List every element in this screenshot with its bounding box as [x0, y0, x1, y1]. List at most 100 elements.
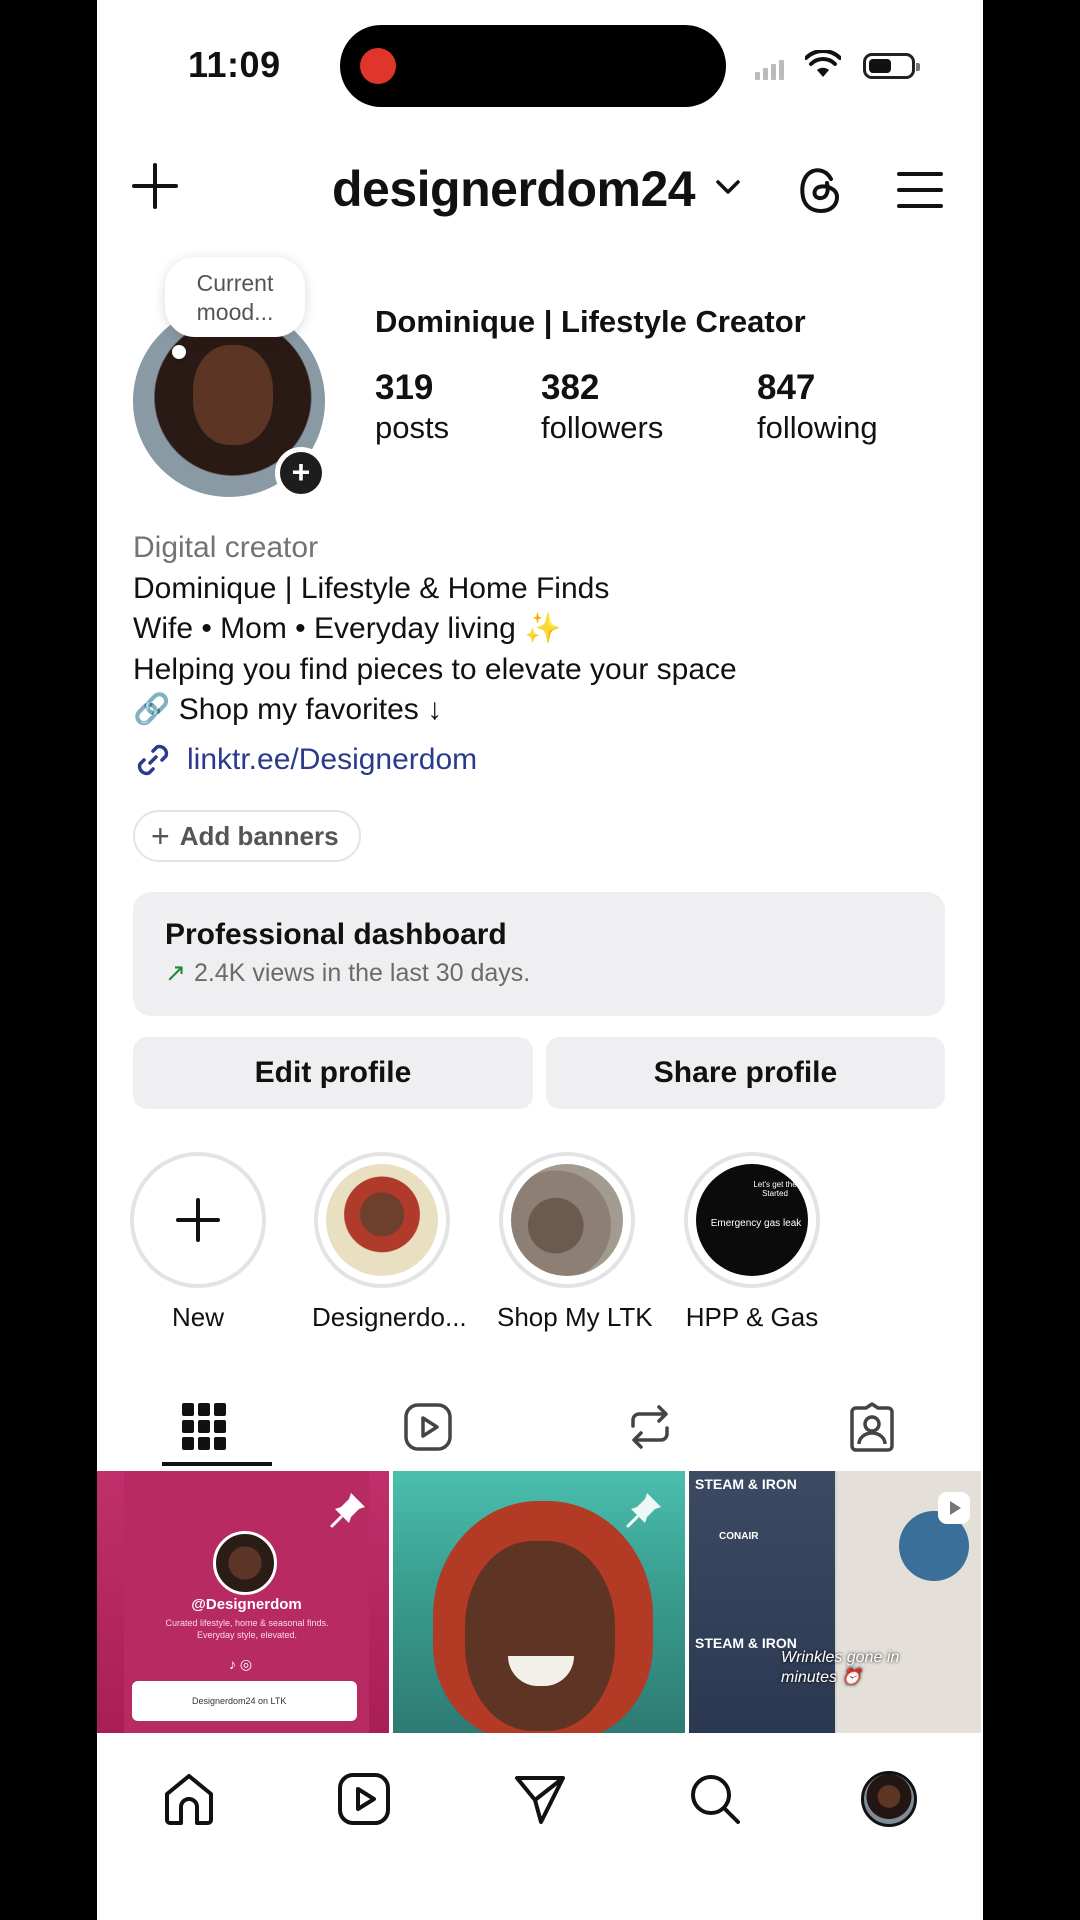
- stat-followers[interactable]: 382 followers: [541, 368, 663, 446]
- highlight-cover: [326, 1164, 438, 1276]
- profile-tabs: [97, 1385, 983, 1469]
- post-handle: @Designerdom: [191, 1596, 302, 1613]
- add-banners-label: Add banners: [179, 820, 339, 851]
- battery-icon: [863, 53, 920, 79]
- tab-grid[interactable]: [154, 1385, 254, 1469]
- status-time: 11:09: [188, 44, 281, 85]
- highlight-cover-text: Emergency gas leak: [710, 1218, 802, 1229]
- cellular-signal-icon: [755, 60, 787, 80]
- highlight-ring: [314, 1152, 450, 1288]
- bio-link-text[interactable]: linktr.ee/Designerdom: [187, 743, 477, 777]
- dashboard-subtitle: ↗ 2.4K views in the last 30 days.: [165, 958, 913, 988]
- social-icons: ♪ ◎: [229, 1656, 253, 1672]
- highlight-label: Designerdo...: [312, 1302, 467, 1332]
- profile-screen: 11:09 designerdom24 Current mood... + Do…: [97, 0, 983, 1920]
- edit-profile-button[interactable]: Edit profile: [133, 1037, 533, 1109]
- add-banners-button[interactable]: + Add banners: [133, 810, 361, 862]
- nav-reels[interactable]: [334, 1769, 394, 1829]
- note-bubble-tail: [172, 345, 186, 359]
- stat-label: posts: [375, 410, 450, 445]
- post-thumbnail[interactable]: @Designerdom Curated lifestyle, home & s…: [97, 1471, 389, 1733]
- highlight-hpp-gas[interactable]: Let's get the Started Emergency gas leak…: [682, 1152, 822, 1333]
- dynamic-island: [340, 25, 726, 107]
- reel-play-icon: [938, 1492, 970, 1524]
- post-thumbnail[interactable]: STEAM & IRON CONAIR STEAM & IRON Wrinkle…: [689, 1471, 981, 1733]
- threads-icon[interactable]: [797, 165, 843, 215]
- chevron-down-icon[interactable]: [715, 178, 741, 196]
- professional-dashboard-card[interactable]: Professional dashboard ↗ 2.4K views in th…: [133, 892, 945, 1016]
- post-thumbnail[interactable]: [393, 1471, 685, 1733]
- nav-messages[interactable]: [510, 1769, 570, 1829]
- tagged-icon: [850, 1402, 894, 1452]
- highlight-ring: [499, 1152, 635, 1288]
- highlight-label: Shop My LTK: [497, 1302, 653, 1332]
- pin-icon: [330, 1493, 365, 1528]
- bottom-navigation: [97, 1733, 983, 1920]
- dashboard-title: Professional dashboard: [165, 918, 507, 951]
- send-icon: [515, 1776, 565, 1824]
- highlight-new[interactable]: New: [128, 1152, 268, 1333]
- bio-line: 🔗 Shop my favorites ↓: [133, 693, 443, 726]
- plus-icon: +: [151, 817, 170, 854]
- repost-icon: [631, 1405, 669, 1449]
- stat-value: 382: [541, 368, 600, 407]
- post-ltk-card: Designerdom24 on LTK: [132, 1681, 357, 1721]
- plus-icon: [176, 1198, 220, 1242]
- home-icon: [165, 1774, 213, 1825]
- add-story-plus-icon[interactable]: +: [275, 447, 327, 499]
- tab-reposts[interactable]: [600, 1385, 700, 1469]
- reels-icon: [338, 1773, 390, 1825]
- bio-line: Wife • Mom • Everyday living ✨: [133, 612, 562, 645]
- avatar-face: [193, 345, 273, 445]
- trend-up-icon: ↗: [165, 959, 186, 987]
- highlight-ring: [130, 1152, 266, 1288]
- bio: Digital creator Dominique | Lifestyle & …: [133, 528, 737, 731]
- highlight-cover: Let's get the Started Emergency gas leak: [696, 1164, 808, 1276]
- bio-line: Dominique | Lifestyle & Home Finds: [133, 571, 610, 605]
- highlight-cover-top: Let's get the Started: [753, 1180, 797, 1198]
- pin-icon: [626, 1493, 661, 1528]
- display-name: Dominique | Lifestyle Creator: [375, 304, 806, 339]
- highlight-label: New: [171, 1302, 224, 1332]
- hamburger-menu-icon[interactable]: [897, 170, 943, 210]
- stat-value: 847: [757, 368, 816, 407]
- search-icon: [691, 1775, 740, 1824]
- highlight-shop-my-ltk[interactable]: Shop My LTK: [497, 1152, 653, 1333]
- tab-tagged[interactable]: [822, 1385, 922, 1469]
- post-desc: Curated lifestyle, home & seasonal finds…: [165, 1618, 329, 1640]
- stat-label: following: [757, 410, 878, 445]
- dashboard-views: 2.4K views in the last 30 days.: [193, 959, 531, 987]
- tab-reels[interactable]: [378, 1385, 478, 1469]
- post-grid: @Designerdom Curated lifestyle, home & s…: [97, 1471, 983, 1733]
- stat-posts[interactable]: 319 posts: [375, 368, 449, 446]
- post-avatar: [213, 1531, 277, 1595]
- highlight-cover: [511, 1164, 623, 1276]
- highlight-ring: Let's get the Started Emergency gas leak: [684, 1152, 820, 1288]
- account-switcher-username[interactable]: designerdom24: [332, 160, 696, 218]
- reels-icon: [404, 1403, 452, 1451]
- bio-link[interactable]: linktr.ee/Designerdom: [133, 740, 477, 780]
- post-face: [465, 1541, 615, 1731]
- mood-note-bubble[interactable]: Current mood...: [165, 257, 305, 337]
- grid-icon: [182, 1403, 226, 1450]
- highlight-label: HPP & Gas: [685, 1302, 819, 1332]
- nav-home[interactable]: [159, 1769, 219, 1829]
- nav-search[interactable]: [685, 1769, 745, 1829]
- highlight-designerdom[interactable]: Designerdo...: [312, 1152, 467, 1333]
- stat-label: followers: [541, 410, 664, 445]
- stat-following[interactable]: 847 following: [757, 368, 878, 446]
- profile-category: Digital creator: [133, 531, 319, 564]
- create-plus-icon[interactable]: [132, 163, 178, 209]
- post-product-brand: CONAIR: [719, 1531, 759, 1542]
- post-caption: Wrinkles gone in minutes ⏰: [781, 1649, 900, 1686]
- stat-value: 319: [375, 368, 434, 407]
- share-profile-button[interactable]: Share profile: [546, 1037, 945, 1109]
- profile-avatar-icon: [861, 1771, 917, 1827]
- post-product-shelf: [689, 1471, 835, 1733]
- wifi-icon: [805, 50, 841, 77]
- post-product-label: STEAM & IRON: [695, 1476, 797, 1492]
- link-icon: [137, 744, 169, 776]
- nav-profile[interactable]: [859, 1769, 919, 1829]
- bio-line: Helping you find pieces to elevate your …: [133, 652, 737, 686]
- active-tab-indicator: [162, 1462, 272, 1466]
